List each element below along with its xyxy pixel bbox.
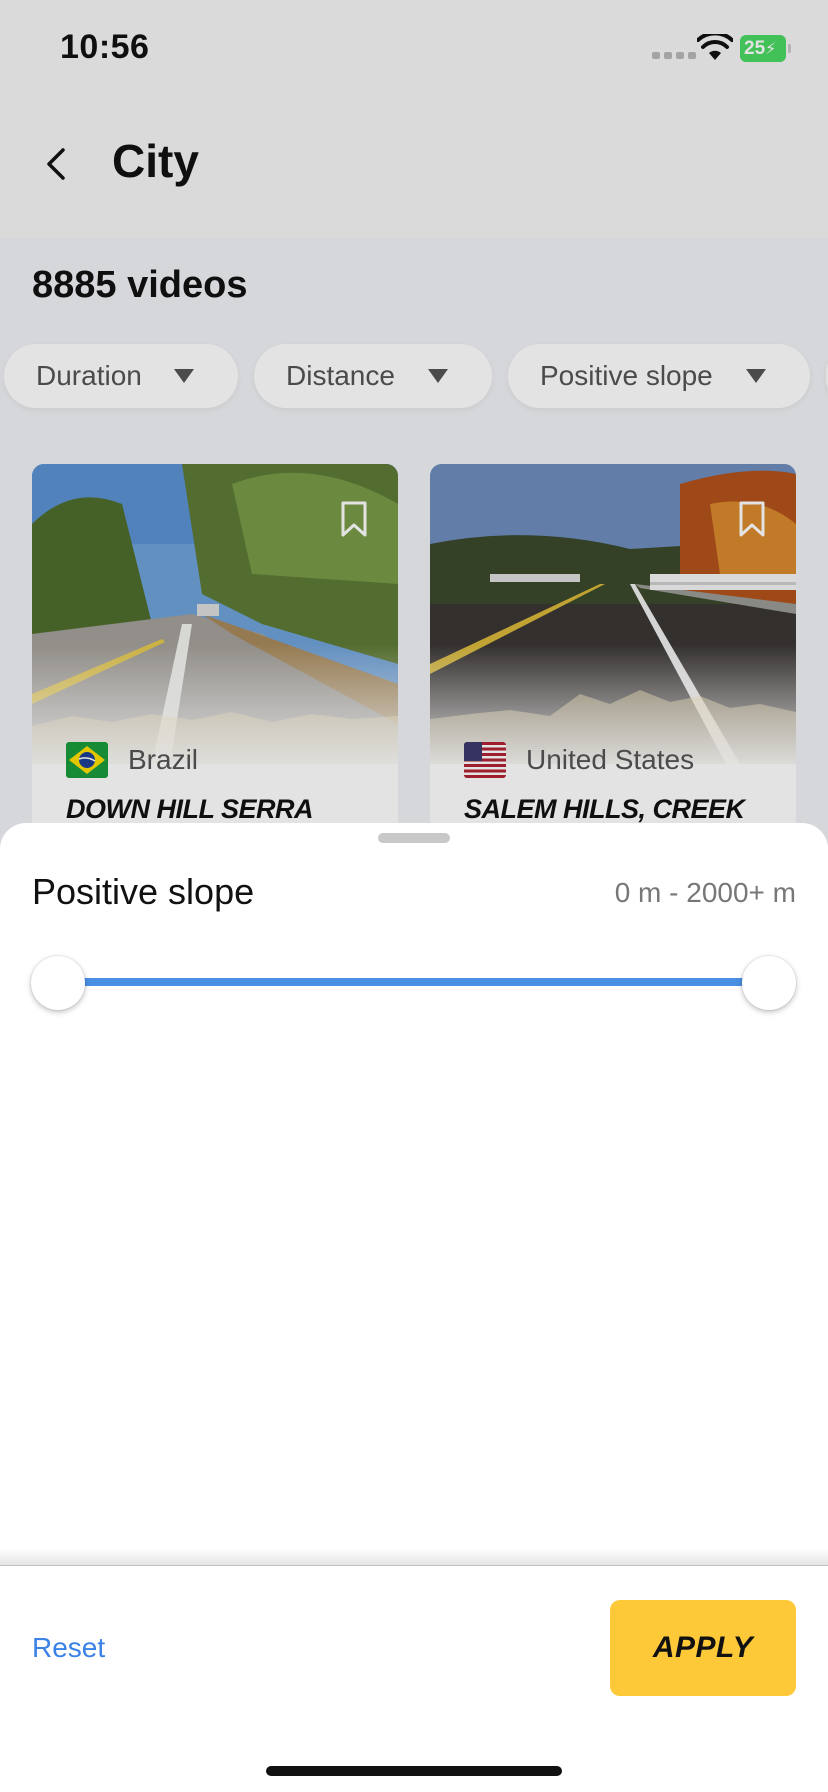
footer-shadow [0, 1548, 828, 1568]
range-slider-max-handle[interactable] [742, 956, 796, 1010]
range-slider-min-handle[interactable] [31, 956, 85, 1010]
reset-button[interactable]: Reset [32, 1632, 105, 1664]
sheet-footer: Reset APPLY [0, 1566, 828, 1792]
apply-button[interactable]: APPLY [610, 1600, 796, 1696]
sheet-drag-handle[interactable] [378, 833, 450, 843]
home-indicator [266, 1766, 562, 1776]
range-slider-track[interactable] [58, 978, 770, 986]
sheet-title: Positive slope [32, 871, 255, 912]
range-value-label: 0 m - 2000+ m [614, 877, 796, 908]
filter-bottom-sheet: Positive slope 0 m - 2000+ m [0, 823, 828, 1565]
screen: 10:56 25⚡ City 8885 videos Duration Dist… [0, 0, 828, 1792]
